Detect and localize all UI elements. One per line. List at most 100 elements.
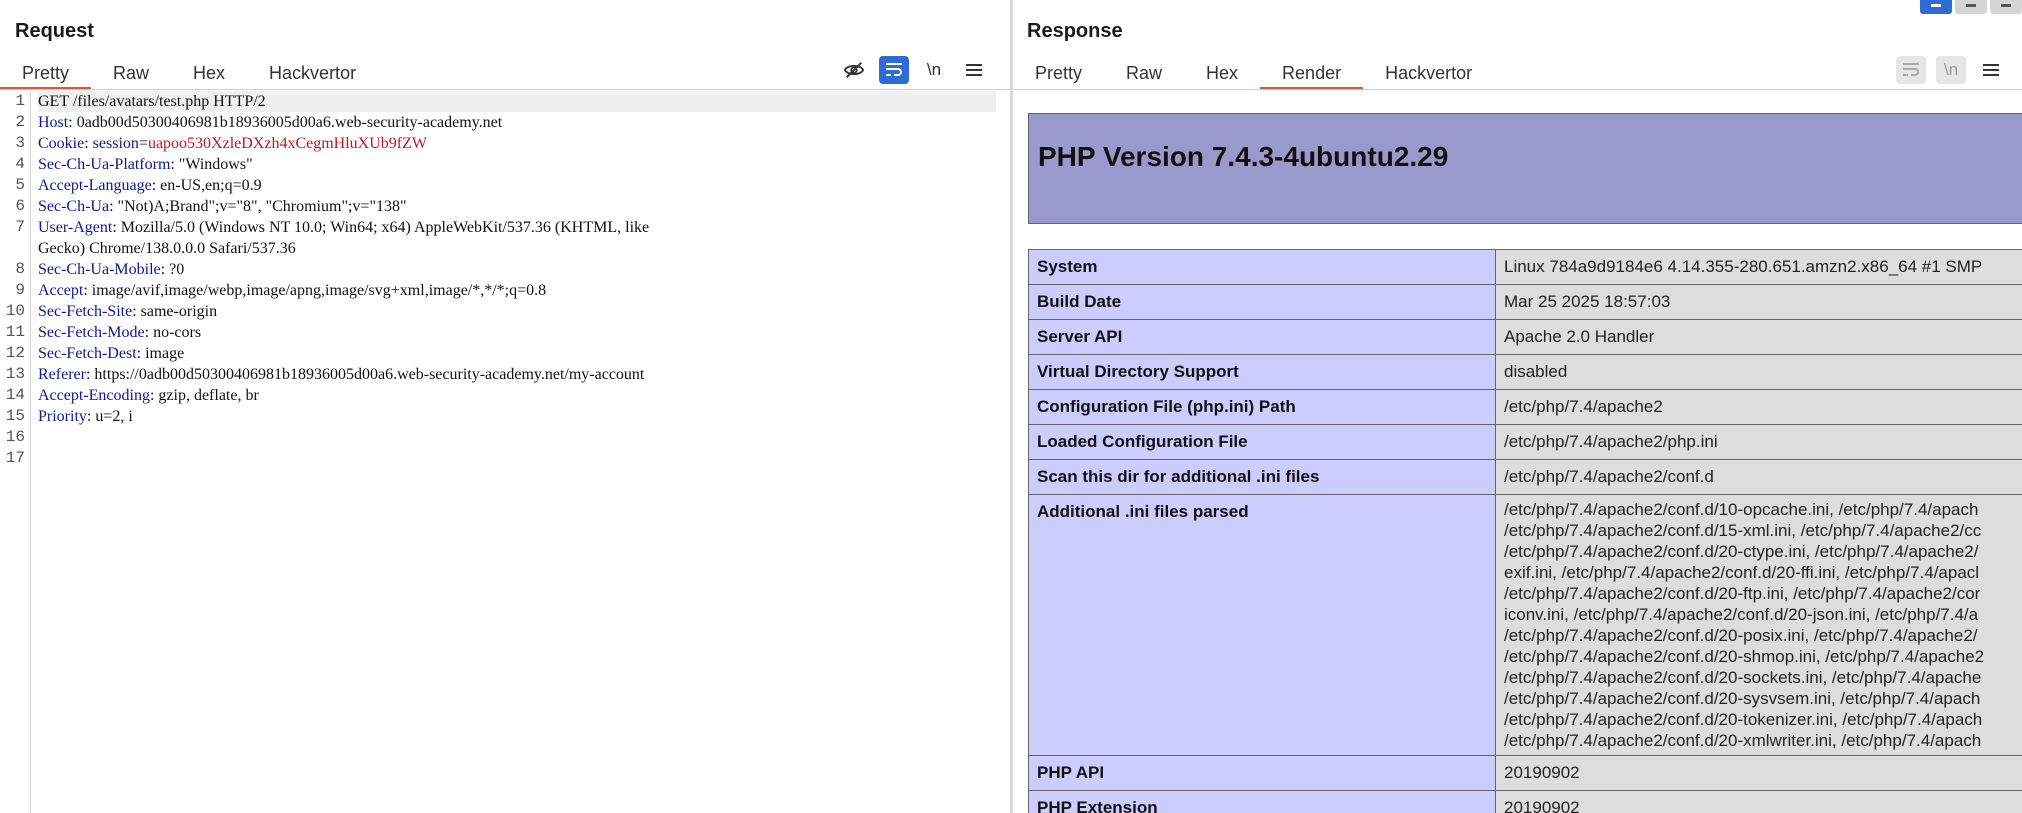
request-line: Cookie: session=uapoo530XzleDXzh4xCegmHl…: [38, 133, 427, 154]
phpinfo-row: Build Date Mar 25 2025 18:57:03: [1028, 284, 2022, 320]
line-number: 2: [15, 113, 25, 131]
phpinfo-row: PHP Extension 20190902: [1028, 790, 2022, 813]
newline-toggle-button[interactable]: \n: [1936, 56, 1966, 84]
line-number: 5: [15, 176, 25, 194]
request-line: Priority: u=2, i: [38, 406, 133, 427]
line-number: 4: [15, 155, 25, 173]
header-name: Priority: [38, 408, 87, 425]
header-name: Sec-Ch-Ua: [38, 198, 110, 215]
phpinfo-key: Loaded Configuration File: [1028, 424, 1496, 460]
ini-file-line: /etc/php/7.4/apache2/conf.d/20-ftp.ini, …: [1504, 584, 1981, 603]
header-value: ?0: [165, 261, 185, 278]
eye-slash-icon[interactable]: [839, 56, 869, 84]
response-tab-hackvertor[interactable]: Hackvertor: [1363, 58, 1494, 90]
header-value: gzip, deflate, br: [154, 387, 259, 404]
request-line: Referer: https://0adb00d50300406981b1893…: [38, 364, 644, 385]
request-pane: Request Pretty Raw Hex Hackvertor \n 123…: [0, 0, 1010, 813]
response-tab-hex[interactable]: Hex: [1184, 58, 1260, 90]
newline-label: \n: [1943, 60, 1959, 79]
word-wrap-icon[interactable]: [1896, 56, 1926, 84]
php-version-header: PHP Version 7.4.3-4ubuntu2.29: [1028, 113, 2022, 224]
response-tab-pretty[interactable]: Pretty: [1013, 58, 1104, 90]
word-wrap-icon[interactable]: [879, 56, 909, 84]
header-name: Sec-Ch-Ua-Mobile: [38, 261, 161, 278]
request-line: Sec-Fetch-Dest: image: [38, 343, 184, 364]
phpinfo-value: Mar 25 2025 18:57:03: [1495, 284, 2022, 320]
line-number: 1: [15, 92, 25, 110]
newline-toggle-button[interactable]: \n: [919, 56, 949, 84]
phpinfo-key: PHP Extension: [1028, 790, 1496, 813]
phpinfo-value: /etc/php/7.4/apache2/conf.d/10-opcache.i…: [1495, 494, 2022, 756]
phpinfo-value: Apache 2.0 Handler: [1495, 319, 2022, 355]
request-line: Accept-Encoding: gzip, deflate, br: [38, 385, 259, 406]
phpinfo-table: System Linux 784a9d9184e6 4.14.355-280.65…: [1028, 249, 2022, 813]
line-number: 6: [15, 197, 25, 215]
request-line: Sec-Fetch-Site: same-origin: [38, 301, 217, 322]
request-tab-raw[interactable]: Raw: [91, 58, 171, 90]
header-name: Sec-Fetch-Dest: [38, 345, 137, 362]
header-name: Accept-Encoding: [38, 387, 150, 404]
header-name: Accept: [38, 282, 84, 299]
request-line: Accept: image/avif,image/webp,image/apng…: [38, 280, 546, 301]
header-value: u=2, i: [91, 408, 133, 425]
header-name: User-Agent: [38, 219, 113, 236]
request-tab-hex[interactable]: Hex: [171, 58, 247, 90]
line-number: 8: [15, 260, 25, 278]
request-editor[interactable]: 1 2 3 4 5 6 7 8 9 10 11 12 13 14 15 16 17 GET /files/ava…: [0, 91, 1010, 813]
phpinfo-value: 20190902: [1495, 790, 2022, 813]
phpinfo-value: /etc/php/7.4/apache2/conf.d: [1495, 459, 2022, 495]
header-value: 0adb00d50300406981b18936005d00a6.web-sec…: [72, 114, 503, 131]
line-number: 7: [15, 218, 25, 236]
request-tab-pretty[interactable]: Pretty: [0, 58, 92, 90]
cookie-value: uapoo530XzleDXzh4xCegmHluXUb9fZW: [147, 135, 427, 152]
newline-label: \n: [926, 60, 942, 79]
line-number: 14: [5, 386, 25, 404]
ini-file-line: /etc/php/7.4/apache2/conf.d/15-xml.ini, …: [1504, 521, 1982, 540]
phpinfo-value: disabled: [1495, 354, 2022, 390]
phpinfo-row: Configuration File (php.ini) Path/etc/ph…: [1028, 389, 2022, 425]
phpinfo-row: PHP API 20190902: [1028, 755, 2022, 791]
ini-file-line: /etc/php/7.4/apache2/conf.d/20-posix.ini…: [1504, 626, 1978, 645]
phpinfo-row: Scan this dir for additional .ini files /…: [1028, 459, 2022, 495]
header-value: same-origin: [136, 303, 218, 320]
ini-file-line: /etc/php/7.4/apache2/conf.d/20-sysvsem.i…: [1504, 689, 1981, 708]
line-number: 9: [15, 281, 25, 299]
single-pane-icon[interactable]: [1990, 0, 2022, 14]
split-vertical-icon[interactable]: [1955, 0, 1987, 14]
phpinfo-key: Configuration File (php.ini) Path: [1028, 389, 1496, 425]
response-pane: Response Pretty Raw Hex Render Hackverto…: [1013, 0, 2022, 813]
request-toolbar: \n: [839, 56, 989, 84]
response-title: Response: [1027, 20, 1123, 42]
hamburger-menu-icon[interactable]: [1976, 56, 2006, 84]
request-title: Request: [15, 20, 94, 42]
ini-file-line: /etc/php/7.4/apache2/conf.d/20-tokenizer…: [1504, 710, 1983, 729]
header-value: image/avif,image/webp,image/apng,image/s…: [87, 282, 547, 299]
php-version-heading: PHP Version 7.4.3-4ubuntu2.29: [1038, 141, 1449, 172]
request-line: GET /files/avatars/test.php HTTP/2: [38, 91, 996, 112]
ini-file-line: /etc/php/7.4/apache2/conf.d/20-sockets.i…: [1504, 668, 1982, 687]
ini-file-line: iconv.ini, /etc/php/7.4/apache2/conf.d/2…: [1504, 605, 1979, 624]
header-value: no-cors: [149, 324, 202, 341]
split-horizontal-icon[interactable]: [1920, 0, 1952, 14]
phpinfo-key: PHP API: [1028, 755, 1496, 791]
line-number: 17: [5, 449, 25, 467]
layout-buttons: [1920, 0, 2022, 14]
header-name: Host: [38, 114, 69, 131]
phpinfo-key: Build Date: [1028, 284, 1496, 320]
hamburger-menu-icon[interactable]: [959, 56, 989, 84]
render-view[interactable]: PHP Version 7.4.3-4ubuntu2.29 System Linu…: [1028, 113, 2022, 813]
response-tab-raw[interactable]: Raw: [1104, 58, 1184, 90]
header-name: Sec-Fetch-Site: [38, 303, 133, 320]
line-number-gutter: 1 2 3 4 5 6 7 8 9 10 11 12 13 14 15 16 17: [0, 91, 31, 813]
request-tab-hackvertor[interactable]: Hackvertor: [247, 58, 378, 90]
ini-file-line: /etc/php/7.4/apache2/conf.d/20-xmlwriter…: [1504, 731, 1982, 750]
header-name: Sec-Fetch-Mode: [38, 324, 145, 341]
ini-file-line: exif.ini, /etc/php/7.4/apache2/conf.d/20…: [1504, 563, 1980, 582]
header-value: https://0adb00d50300406981b18936005d00a6…: [90, 366, 645, 383]
phpinfo-value: Linux 784a9d9184e6 4.14.355-280.651.amzn…: [1495, 249, 2022, 285]
line-number: 16: [5, 428, 25, 446]
phpinfo-row: Loaded Configuration File/etc/php/7.4/ap…: [1028, 424, 2022, 460]
header-value: Mozilla/5.0 (Windows NT 10.0; Win64; x64…: [116, 219, 650, 236]
response-tabs-divider: [1013, 89, 2022, 90]
response-tab-render[interactable]: Render: [1260, 58, 1364, 90]
